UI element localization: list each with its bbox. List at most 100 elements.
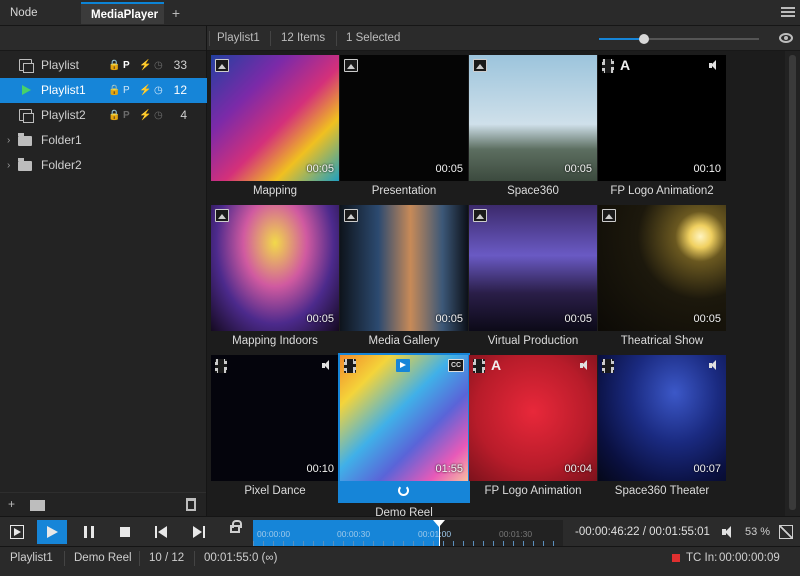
lightning-icon[interactable]: ⚡: [139, 103, 151, 128]
media-thumbnail[interactable]: 00:05: [340, 55, 468, 181]
film-icon: [215, 359, 227, 373]
media-card[interactable]: 00:05 Presentation: [340, 55, 468, 201]
slider-knob[interactable]: [638, 34, 649, 44]
media-card[interactable]: 00:10 Pixel Dance: [211, 355, 339, 501]
aspect-ratio-icon[interactable]: [779, 525, 793, 539]
tab-node-graph[interactable]: Node Graph: [0, 2, 80, 41]
play-all-button[interactable]: [2, 520, 32, 544]
media-card[interactable]: A 00:10 FP Logo Animation2: [598, 55, 726, 201]
media-card[interactable]: A 00:04 FP Logo Animation: [469, 355, 597, 501]
speaker-icon: [708, 359, 722, 372]
duration-label: 00:05: [306, 313, 334, 325]
media-card[interactable]: 00:05 Media Gallery: [340, 205, 468, 351]
lock-icon[interactable]: 🔒: [108, 103, 120, 128]
media-thumbnail[interactable]: A 00:10: [598, 55, 726, 181]
volume-level[interactable]: 53 %: [745, 517, 770, 547]
media-caption: Presentation: [371, 185, 437, 197]
flag-p[interactable]: P: [123, 103, 130, 128]
playlist-icon: [19, 59, 34, 73]
sidebar-item-label: Folder2: [41, 158, 82, 172]
image-icon: [344, 209, 358, 222]
chevron-right-icon[interactable]: ›: [7, 128, 10, 153]
sidebar-item-label: Folder1: [41, 133, 82, 147]
media-card[interactable]: CC 01:55 Demo Reel: [338, 353, 470, 519]
lock-icon[interactable]: [230, 520, 242, 533]
clock-icon[interactable]: ◷: [154, 103, 163, 128]
duration-label: 01:55: [435, 463, 463, 475]
media-card[interactable]: 00:05 Theatrical Show: [598, 205, 726, 351]
clock-icon[interactable]: ◷: [154, 78, 163, 103]
media-card[interactable]: 00:05 Mapping: [211, 55, 339, 201]
sidebar-item-playlist1[interactable]: Playlist1 🔒 P ⚡ ◷ 12: [0, 78, 207, 103]
stop-button[interactable]: [110, 520, 140, 544]
vertical-scrollbar[interactable]: [785, 51, 800, 516]
scrollbar-thumb[interactable]: [789, 55, 796, 510]
sidebar-item-folder1[interactable]: › Folder1: [0, 128, 207, 153]
now-playing-icon: [396, 359, 410, 372]
media-thumbnail[interactable]: 00:05: [211, 55, 339, 181]
media-caption: Space360: [507, 185, 559, 197]
media-thumbnail[interactable]: CC 01:55: [340, 355, 468, 481]
divider: [270, 31, 271, 46]
tab-media-player[interactable]: MediaPlayer: [81, 2, 164, 24]
sidebar-item-playlist[interactable]: Playlist 🔒 P ⚡ ◷ 33: [0, 53, 207, 78]
timeline-scrubber[interactable]: 00:00:00 00:00:30 00:01:00 00:01:30: [253, 520, 563, 546]
media-thumbnail[interactable]: 00:10: [211, 355, 339, 481]
divider: [194, 551, 195, 566]
media-thumbnail[interactable]: 00:07: [598, 355, 726, 481]
clock-icon[interactable]: ◷: [154, 53, 163, 78]
current-playlist-label: Playlist1: [217, 32, 260, 44]
eye-icon[interactable]: [779, 33, 793, 43]
duration-label: 00:05: [435, 313, 463, 325]
lock-icon[interactable]: 🔒: [108, 53, 120, 78]
flag-p[interactable]: P: [123, 78, 130, 103]
image-icon: [473, 209, 487, 222]
chevron-right-icon[interactable]: ›: [7, 153, 10, 178]
play-button[interactable]: [37, 520, 67, 544]
speaker-icon: [579, 359, 593, 372]
lock-icon[interactable]: 🔒: [108, 78, 120, 103]
sidebar-item-label: Playlist1: [41, 83, 86, 97]
loop-icon[interactable]: [398, 485, 409, 496]
media-card[interactable]: 00:05 Mapping Indoors: [211, 205, 339, 351]
media-thumbnail[interactable]: A 00:04: [469, 355, 597, 481]
lightning-icon[interactable]: ⚡: [139, 78, 151, 103]
divider: [139, 551, 140, 566]
pause-button[interactable]: [74, 520, 104, 544]
thumbnail-size-slider[interactable]: [599, 34, 759, 44]
status-position: 10 / 12: [149, 552, 185, 564]
status-duration: 00:01:55:0 (∞): [204, 552, 278, 564]
trash-icon[interactable]: [186, 498, 196, 511]
media-card[interactable]: 00:07 Space360 Theater: [598, 355, 726, 501]
media-thumbnail[interactable]: 00:05: [469, 205, 597, 331]
media-card[interactable]: 00:05 Virtual Production: [469, 205, 597, 351]
transport-bar: 00:00:00 00:00:30 00:01:00 00:01:30 -00:…: [0, 516, 800, 546]
hamburger-menu-icon[interactable]: [780, 5, 796, 21]
add-playlist-button[interactable]: +: [8, 497, 15, 511]
media-caption: Mapping Indoors: [232, 335, 318, 347]
add-folder-icon[interactable]: [30, 500, 45, 511]
media-card[interactable]: 00:05 Space360: [469, 55, 597, 201]
film-icon: [473, 359, 485, 373]
lightning-icon[interactable]: ⚡: [139, 53, 151, 78]
tc-in-label: TC In:: [686, 552, 718, 564]
previous-button[interactable]: [146, 520, 176, 544]
sidebar-item-folder2[interactable]: › Folder2: [0, 153, 207, 178]
sidebar-footer: +: [0, 492, 206, 516]
media-thumbnail[interactable]: 00:05: [469, 55, 597, 181]
film-icon: [602, 59, 614, 73]
item-count-label: 12 Items: [281, 32, 326, 44]
play-box-icon: [10, 525, 24, 539]
flag-p[interactable]: P: [123, 53, 130, 78]
volume-icon[interactable]: [722, 526, 738, 538]
media-thumbnail[interactable]: 00:05: [340, 205, 468, 331]
add-tab-button[interactable]: +: [168, 2, 184, 24]
next-button[interactable]: [184, 520, 214, 544]
timeline-tick-label: 00:00:30: [337, 529, 371, 539]
sidebar-item-playlist2[interactable]: Playlist2 🔒 P ⚡ ◷ 4: [0, 103, 207, 128]
media-thumbnail[interactable]: 00:05: [598, 205, 726, 331]
sidebar-header: [0, 26, 206, 51]
film-icon: [602, 359, 614, 373]
media-thumbnail[interactable]: 00:05: [211, 205, 339, 331]
playhead-handle[interactable]: [433, 520, 445, 527]
